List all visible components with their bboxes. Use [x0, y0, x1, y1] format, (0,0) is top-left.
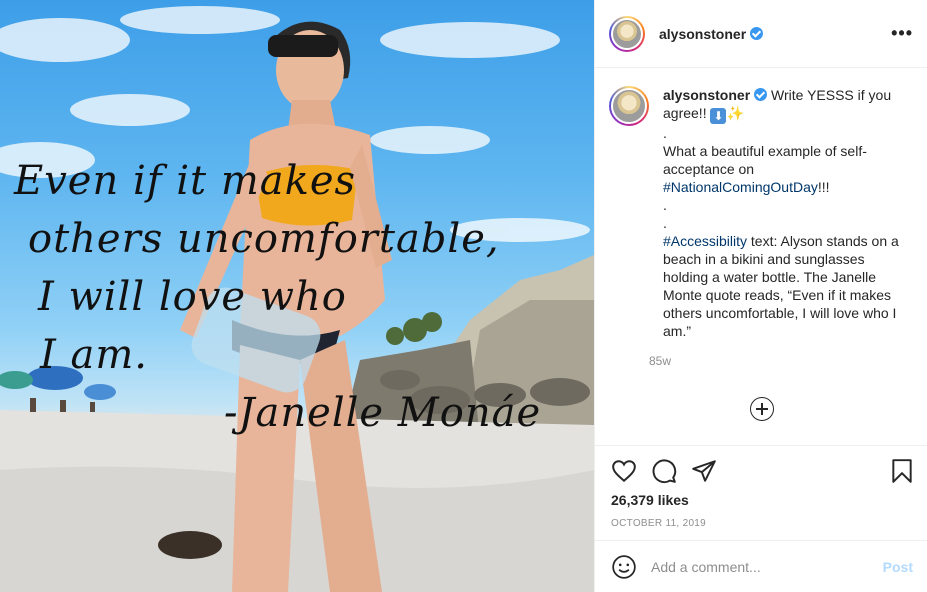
quote-overlay: Even if it makes others uncomfortable, I…	[14, 152, 540, 436]
down-arrow-emoji-icon: ⬇	[710, 108, 727, 124]
caption-text: alysonstoner Write YESSS if you agree!! …	[663, 86, 908, 340]
quote-author: -Janelle Monáe	[224, 390, 542, 436]
post-photo[interactable]: Even if it makes others uncomfortable, I…	[0, 0, 594, 592]
action-icons	[611, 458, 915, 486]
heart-icon[interactable]	[611, 458, 637, 484]
comment-input[interactable]	[651, 558, 883, 575]
hashtag-link[interactable]: #NationalComingOutDay	[663, 179, 818, 195]
comment-icon[interactable]	[651, 458, 677, 484]
caption-dot: .	[663, 125, 667, 141]
caption-line: What a beautiful example of self-accepta…	[663, 143, 867, 177]
sparkles-emoji-icon: ✨	[726, 105, 744, 121]
avatar-image	[611, 17, 643, 50]
post-actions: 26,379 likes OCTOBER 11, 2019	[595, 445, 927, 540]
post-comment-button[interactable]: Post	[883, 559, 913, 575]
quote-line: I will love who	[38, 274, 347, 320]
caption-dot: .	[663, 197, 667, 213]
post-sidebar: alysonstoner ••• alysonstoner Write YESS…	[594, 0, 927, 592]
caption-username[interactable]: alysonstoner	[663, 87, 750, 103]
avatar[interactable]	[609, 86, 649, 126]
avatar[interactable]	[609, 15, 645, 52]
paper-plane-icon[interactable]	[691, 458, 717, 484]
post-date: OCTOBER 11, 2019	[611, 518, 707, 529]
caption-block: alysonstoner Write YESSS if you agree!! …	[609, 86, 913, 368]
caption-dot: .	[663, 215, 667, 231]
more-options-icon[interactable]: •••	[891, 23, 913, 44]
likes-count[interactable]: 26,379 likes	[611, 492, 689, 508]
bookmark-icon[interactable]	[889, 458, 915, 484]
quote-line: others uncomfortable,	[28, 216, 500, 262]
verified-badge-icon	[754, 88, 768, 101]
verified-badge-icon	[750, 27, 764, 40]
post-time-ago[interactable]: 85w	[649, 354, 908, 368]
smiley-icon[interactable]	[611, 554, 637, 580]
quote-line: I am.	[40, 332, 149, 378]
avatar-image	[611, 88, 647, 124]
header-username[interactable]: alysonstoner	[659, 26, 746, 42]
quote-line: Even if it makes	[14, 158, 357, 204]
hashtag-link[interactable]: #Accessibility	[663, 233, 747, 249]
load-more-comments-plus-circle-icon[interactable]	[750, 397, 774, 421]
post-header: alysonstoner •••	[595, 0, 927, 68]
comment-box: Post	[595, 540, 927, 592]
caption-exclaim: !!!	[817, 179, 830, 195]
